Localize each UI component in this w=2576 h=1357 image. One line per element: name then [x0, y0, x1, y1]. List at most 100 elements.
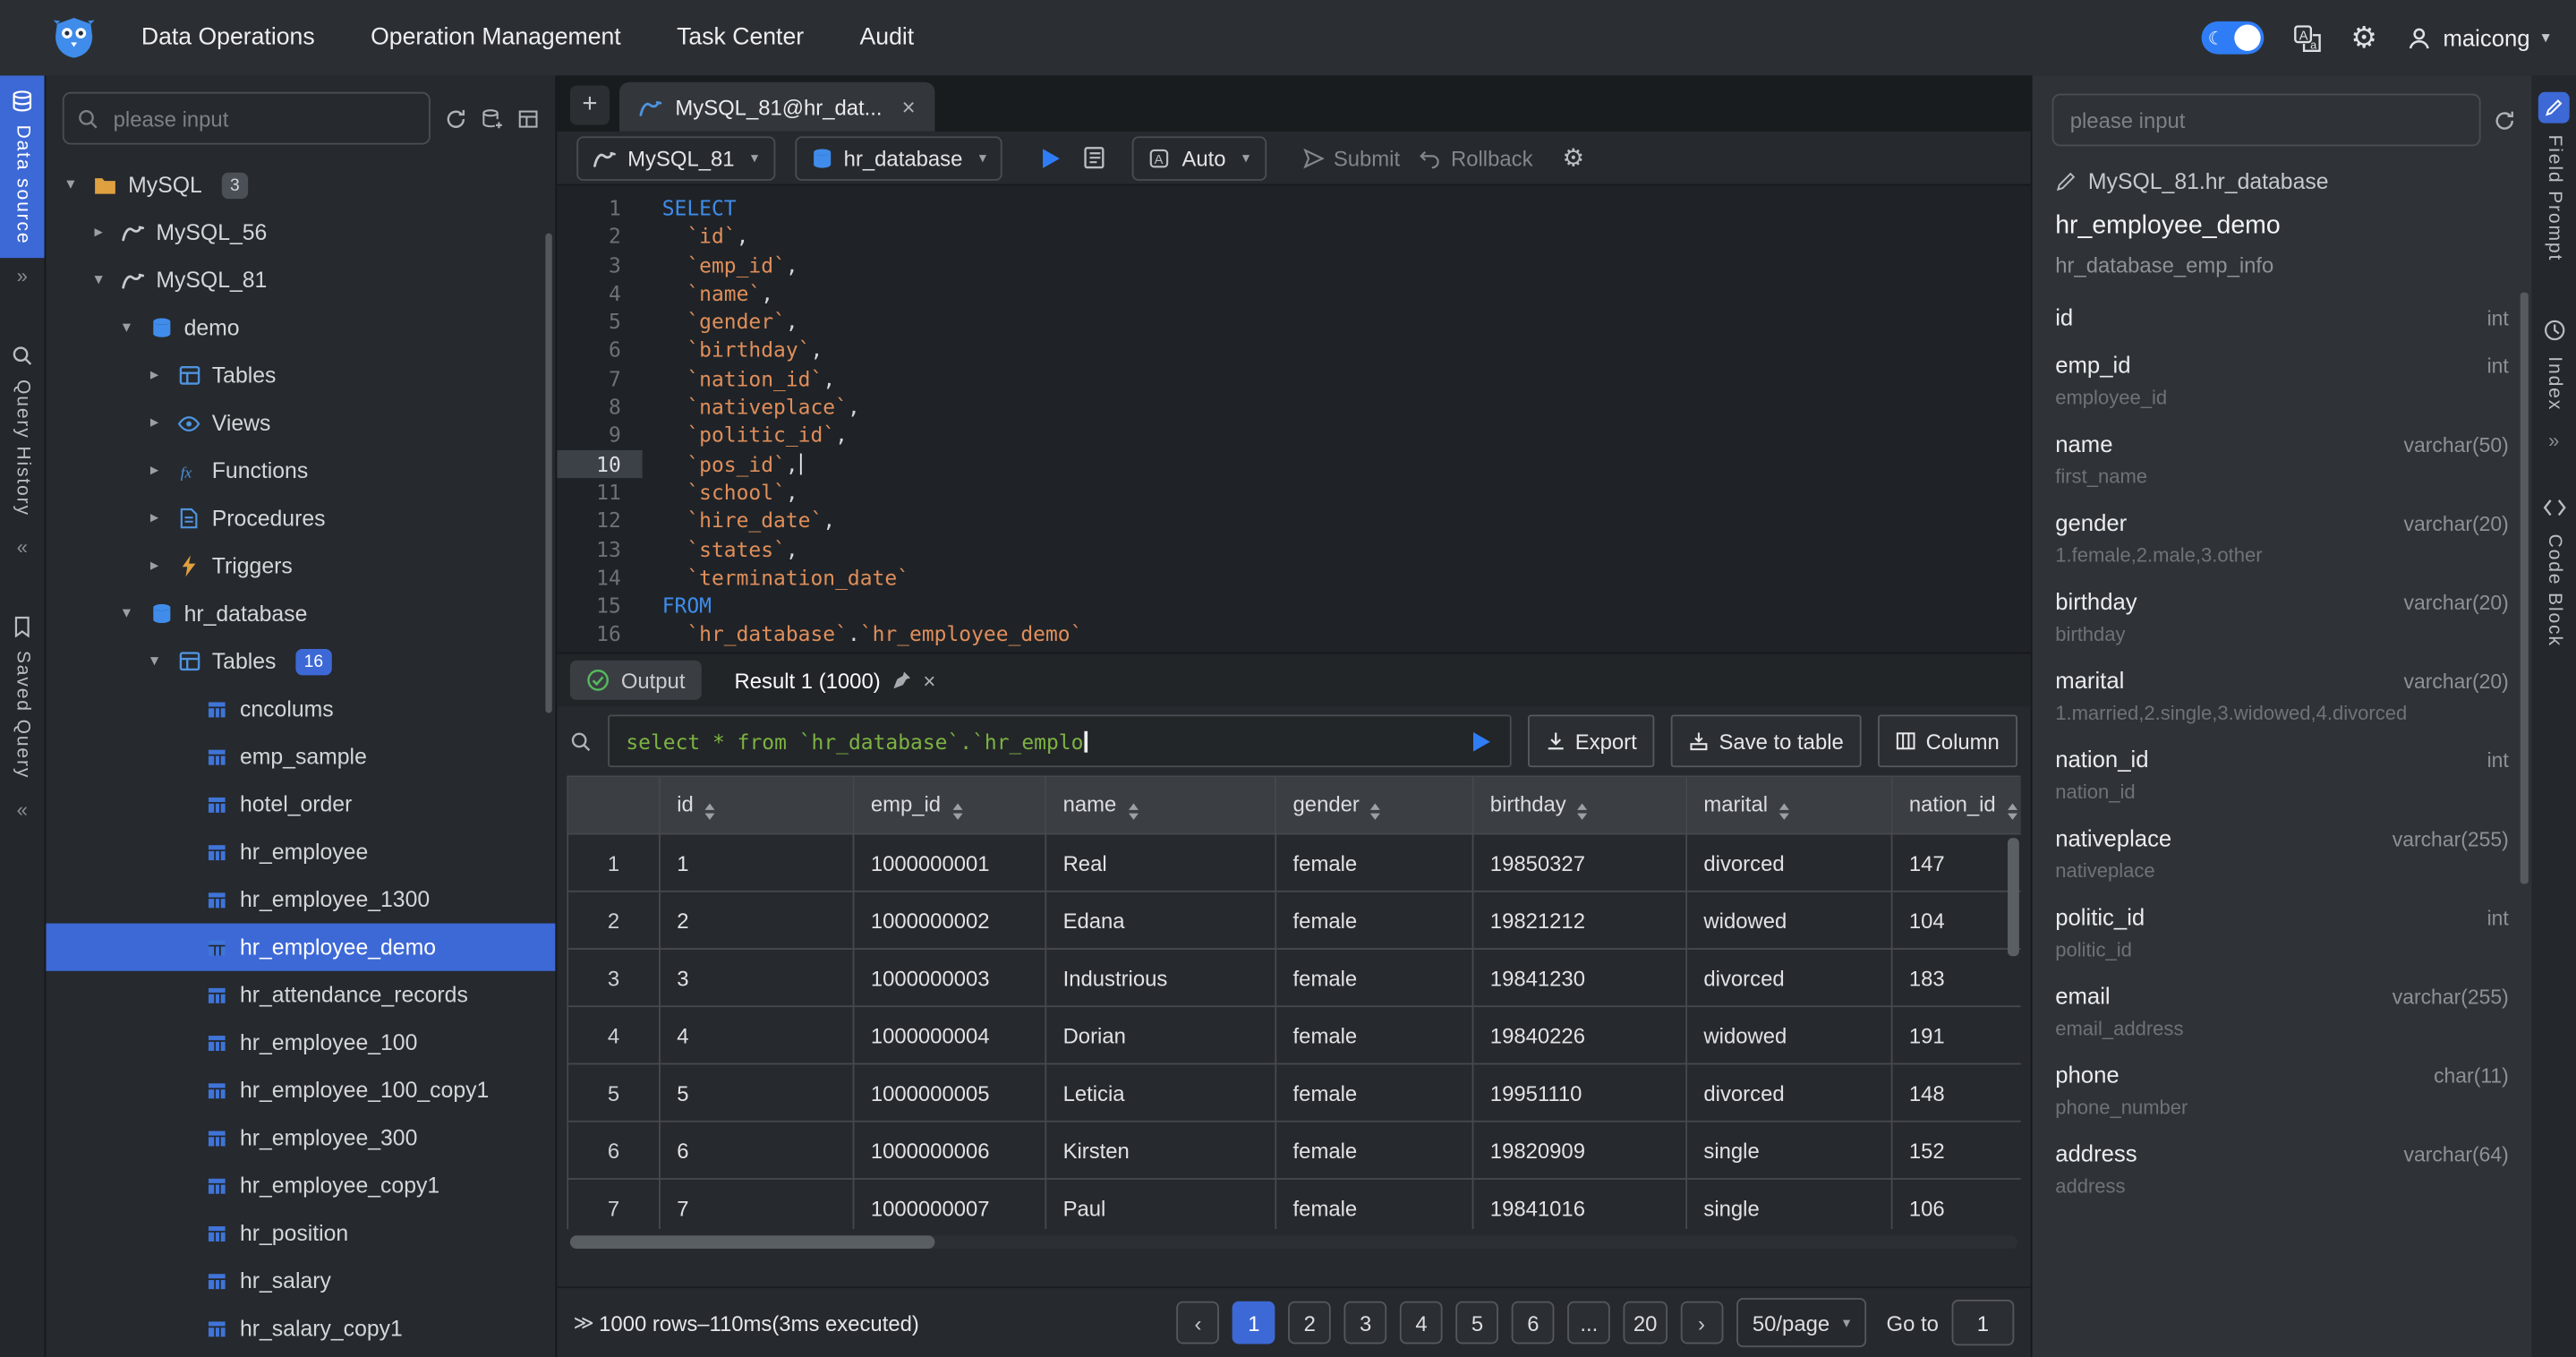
tree-item-hr-employee-100[interactable]: hr_employee_100	[46, 1019, 555, 1066]
run-query-button[interactable]	[1468, 729, 1493, 754]
tree-item-hr-database[interactable]: ▾hr_database	[46, 590, 555, 637]
table-cell[interactable]: Leticia	[1045, 1063, 1275, 1121]
table-cell[interactable]: Dorian	[1045, 1006, 1275, 1063]
table-cell[interactable]: 1000000006	[854, 1122, 1046, 1179]
save-to-table-button[interactable]: Save to table	[1671, 714, 1862, 767]
tree-item-mysql-81[interactable]: ▾MySQL_81	[46, 256, 555, 303]
datasource-select[interactable]: MySQL_81 ▾	[576, 135, 774, 180]
table-cell[interactable]: 104	[1892, 892, 2021, 949]
table-cell[interactable]: 19841230	[1473, 949, 1687, 1006]
table-row[interactable]: 111000000001Realfemale19850327divorced14…	[567, 834, 2020, 892]
table-cell[interactable]: 1000000004	[854, 1006, 1046, 1063]
console-settings-gear-icon[interactable]: ⚙	[1563, 145, 1585, 170]
horizontal-scrollbar[interactable]	[570, 1235, 2017, 1249]
table-cell[interactable]: 19951110	[1473, 1063, 1687, 1121]
table-cell[interactable]: 5	[660, 1063, 854, 1121]
search-input[interactable]	[110, 105, 415, 132]
tree-item-hr-employee-copy1[interactable]: hr_employee_copy1	[46, 1162, 555, 1209]
menu-data-operations[interactable]: Data Operations	[141, 25, 315, 51]
add-datasource-icon[interactable]	[482, 107, 503, 129]
tree-item-hr-employee-300[interactable]: hr_employee_300	[46, 1114, 555, 1161]
chevron-down-icon[interactable]: ▾	[115, 604, 138, 622]
column-header-name[interactable]: name	[1045, 776, 1275, 833]
tree-item-procedures[interactable]: ▸Procedures	[46, 494, 555, 542]
chevron-down-icon[interactable]: ▾	[59, 175, 82, 193]
field-item-emp_id[interactable]: emp_idintemployee_id	[2055, 352, 2509, 409]
tree-item-hr-employee-100-copy1[interactable]: hr_employee_100_copy1	[46, 1066, 555, 1114]
table-cell[interactable]: 7	[660, 1179, 854, 1229]
column-header-id[interactable]: id	[660, 776, 854, 833]
scrollbar-thumb[interactable]	[2521, 293, 2529, 884]
table-cell[interactable]: 1000000003	[854, 949, 1046, 1006]
tree-item-hr-position[interactable]: hr_position	[46, 1209, 555, 1257]
chevron-down-icon[interactable]: ▾	[143, 653, 166, 670]
page-button-1[interactable]: 1	[1233, 1302, 1275, 1344]
export-button[interactable]: Export	[1528, 714, 1655, 767]
table-row[interactable]: 221000000002Edanafemale19821212widowed10…	[567, 892, 2020, 949]
tree-item-hotel-order[interactable]: hotel_order	[46, 781, 555, 828]
table-cell[interactable]: Real	[1045, 834, 1275, 892]
scrollbar-thumb[interactable]	[570, 1235, 934, 1249]
table-cell[interactable]: female	[1275, 834, 1472, 892]
table-cell[interactable]: 152	[1892, 1122, 2021, 1179]
table-cell[interactable]: widowed	[1686, 1006, 1891, 1063]
field-item-id[interactable]: idint	[2055, 304, 2509, 330]
table-cell[interactable]: 19821212	[1473, 892, 1687, 949]
page-button-20[interactable]: 20	[1624, 1302, 1668, 1344]
chevron-right-icon[interactable]: ▸	[143, 366, 166, 384]
menu-task-center[interactable]: Task Center	[677, 25, 804, 51]
table-cell[interactable]: single	[1686, 1179, 1891, 1229]
pin-icon[interactable]	[892, 670, 912, 690]
table-cell[interactable]: 1000000007	[854, 1179, 1046, 1229]
next-page-button[interactable]: ›	[1680, 1302, 1723, 1344]
settings-gear-icon[interactable]: ⚙	[2350, 23, 2377, 53]
sort-icon[interactable]	[1128, 803, 1138, 819]
tree-item-tables[interactable]: ▾Tables16	[46, 637, 555, 685]
table-cell[interactable]: 1000000001	[854, 834, 1046, 892]
app-logo[interactable]	[49, 13, 98, 63]
tree-item-views[interactable]: ▸Views	[46, 399, 555, 447]
index-icon[interactable]	[2538, 314, 2570, 346]
field-item-marital[interactable]: maritalvarchar(20)1.married,2.single,3.w…	[2055, 667, 2509, 724]
field-item-birthday[interactable]: birthdayvarchar(20)birthday	[2055, 588, 2509, 645]
table-row[interactable]: 331000000003Industriousfemale19841230div…	[567, 949, 2020, 1006]
table-row[interactable]: 441000000004Dorianfemale19840226widowed1…	[567, 1006, 2020, 1063]
run-button[interactable]	[1039, 145, 1064, 170]
tree-item-hr-salary-copy1[interactable]: hr_salary_copy1	[46, 1304, 555, 1352]
column-header-marital[interactable]: marital	[1686, 776, 1891, 833]
submit-button[interactable]: Submit	[1302, 145, 1400, 170]
scrollbar-thumb[interactable]	[2008, 838, 2019, 956]
user-menu[interactable]: maicong ▾	[2407, 25, 2550, 51]
field-item-nation_id[interactable]: nation_idintnation_id	[2055, 746, 2509, 803]
chevron-right-icon[interactable]: ▸	[143, 509, 166, 527]
add-tab-button[interactable]: +	[570, 85, 610, 124]
chevron-right-icon[interactable]: ▸	[143, 414, 166, 432]
chevron-down-icon[interactable]: ▾	[87, 271, 110, 289]
field-item-politic_id[interactable]: politic_idintpolitic_id	[2055, 904, 2509, 961]
chevron-right-icon[interactable]: ▸	[143, 462, 166, 480]
translate-icon[interactable]: Aa	[2293, 24, 2321, 52]
sort-icon[interactable]	[1578, 803, 1588, 819]
scrollbar-thumb[interactable]	[545, 234, 551, 713]
sort-icon[interactable]	[705, 803, 715, 819]
field-item-nativeplace[interactable]: nativeplacevarchar(255)nativeplace	[2055, 824, 2509, 882]
table-cell[interactable]: Kirsten	[1045, 1122, 1275, 1179]
table-cell[interactable]: divorced	[1686, 949, 1891, 1006]
search-icon[interactable]	[570, 730, 592, 752]
table-cell[interactable]: 1	[660, 834, 854, 892]
sort-icon[interactable]	[952, 803, 962, 819]
page-button-6[interactable]: 6	[1512, 1302, 1555, 1344]
table-row[interactable]: 661000000006Kirstenfemale19820909single1…	[567, 1122, 2020, 1179]
rail-data-source[interactable]: Data source	[0, 75, 45, 258]
tree-item-triggers[interactable]: ▸Triggers	[46, 542, 555, 590]
page-button-2[interactable]: 2	[1288, 1302, 1331, 1344]
table-cell[interactable]: 2	[660, 892, 854, 949]
refresh-icon[interactable]	[2494, 109, 2515, 131]
table-cell[interactable]: female	[1275, 1122, 1472, 1179]
sort-icon[interactable]	[1371, 803, 1381, 819]
datasource-search[interactable]	[63, 92, 431, 145]
tree-item-emp-sample[interactable]: emp_sample	[46, 733, 555, 781]
page-button-3[interactable]: 3	[1344, 1302, 1387, 1344]
close-icon[interactable]: ×	[902, 94, 916, 120]
table-cell[interactable]: 4	[660, 1006, 854, 1063]
